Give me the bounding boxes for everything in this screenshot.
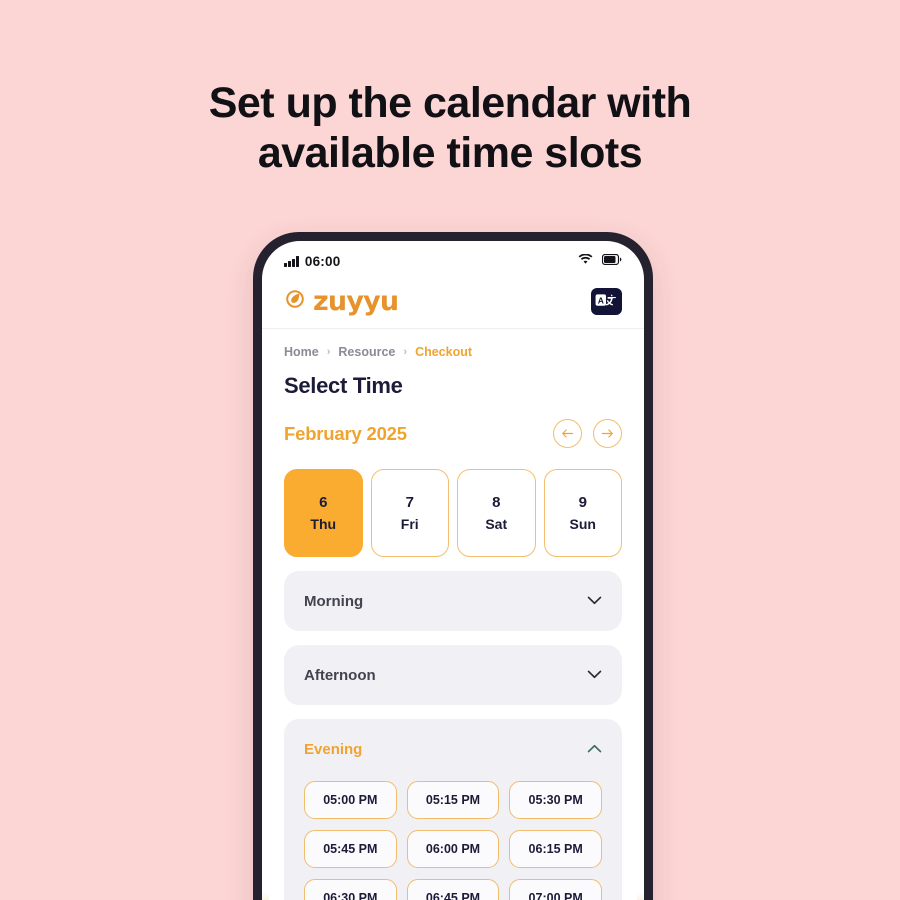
section-title: Morning: [304, 592, 364, 610]
time-slot[interactable]: 06:15 PM: [509, 830, 602, 868]
section-title: Evening: [304, 740, 363, 758]
status-bar-right: [578, 252, 622, 270]
wifi-icon: [578, 252, 593, 270]
breadcrumb-separator: ›: [403, 346, 408, 358]
status-bar-left: 06:00: [284, 254, 340, 269]
translate-icon[interactable]: A: [591, 288, 622, 315]
section-afternoon: Afternoon: [284, 645, 622, 705]
phone-screen: 06:00 zuyyu A Home › Resource › Checkout…: [262, 241, 644, 900]
arrow-right-icon[interactable]: [593, 419, 622, 448]
date-number: 9: [578, 494, 587, 511]
time-slot[interactable]: 05:30 PM: [509, 781, 602, 819]
arrow-left-icon[interactable]: [553, 419, 582, 448]
section-evening-header[interactable]: Evening: [304, 719, 602, 779]
section-morning-header[interactable]: Morning: [304, 571, 602, 631]
time-slot[interactable]: 05:15 PM: [406, 781, 500, 819]
phone-mockup-frame: 06:00 zuyyu A Home › Resource › Checkout…: [253, 232, 653, 900]
calendar-month-label: February 2025: [284, 422, 407, 444]
breadcrumb-item-home[interactable]: Home: [284, 345, 319, 359]
date-card-6[interactable]: 6 Thu: [284, 469, 363, 557]
date-strip: 6 Thu 7 Fri 8 Sat 9 Sun: [284, 469, 622, 557]
app-logo[interactable]: zuyyu: [284, 286, 399, 317]
time-slot[interactable]: 05:45 PM: [304, 830, 397, 868]
time-slot[interactable]: 07:00 PM: [509, 879, 602, 900]
calendar-month-row: February 2025: [284, 419, 622, 448]
status-bar: 06:00: [262, 241, 644, 275]
date-weekday: Thu: [310, 516, 337, 532]
date-number: 6: [319, 494, 328, 511]
battery-icon: [601, 252, 622, 270]
date-card-8[interactable]: 8 Sat: [457, 469, 536, 557]
date-card-7[interactable]: 7 Fri: [370, 469, 449, 557]
date-weekday: Sat: [485, 516, 508, 532]
time-slot[interactable]: 06:45 PM: [406, 879, 500, 900]
date-card-9[interactable]: 9 Sun: [543, 469, 622, 557]
chevron-down-icon[interactable]: [587, 666, 602, 684]
section-morning: Morning: [284, 571, 622, 631]
calendar-nav: [553, 419, 622, 448]
screen-content: Home › Resource › Checkout Select Time F…: [262, 329, 644, 900]
page-title: Select Time: [284, 373, 403, 398]
breadcrumb: Home › Resource › Checkout: [284, 329, 622, 359]
section-afternoon-header[interactable]: Afternoon: [304, 645, 602, 705]
time-slot[interactable]: 05:00 PM: [304, 781, 397, 819]
status-bar-time: 06:00: [304, 253, 341, 269]
headline-line-2: available time slots: [257, 129, 643, 177]
section-evening: Evening 05:00 PM 05:15 PM 05:30 PM 05:45…: [284, 719, 622, 900]
app-logo-text: zuyyu: [313, 286, 399, 317]
date-number: 7: [405, 494, 414, 511]
evening-time-slots: 05:00 PM 05:15 PM 05:30 PM 05:45 PM 06:0…: [304, 779, 602, 900]
app-header: zuyyu A: [262, 275, 644, 329]
chevron-up-icon[interactable]: [587, 740, 602, 758]
headline-line-1: Set up the calendar with: [208, 79, 692, 127]
time-slot[interactable]: 06:30 PM: [304, 879, 397, 900]
svg-text:A: A: [598, 295, 604, 305]
date-number: 8: [492, 494, 501, 511]
page-headline: Set up the calendar with available time …: [0, 78, 900, 178]
chevron-down-icon[interactable]: [587, 592, 602, 610]
breadcrumb-item-checkout[interactable]: Checkout: [415, 345, 472, 359]
date-weekday: Fri: [400, 516, 419, 532]
leaf-droplet-icon: [284, 288, 306, 315]
breadcrumb-item-resource[interactable]: Resource: [338, 345, 395, 359]
section-title: Afternoon: [304, 666, 376, 684]
date-weekday: Sun: [569, 516, 596, 532]
time-slot[interactable]: 06:00 PM: [406, 830, 500, 868]
signal-bars-icon: [284, 255, 299, 267]
breadcrumb-separator: ›: [326, 346, 331, 358]
